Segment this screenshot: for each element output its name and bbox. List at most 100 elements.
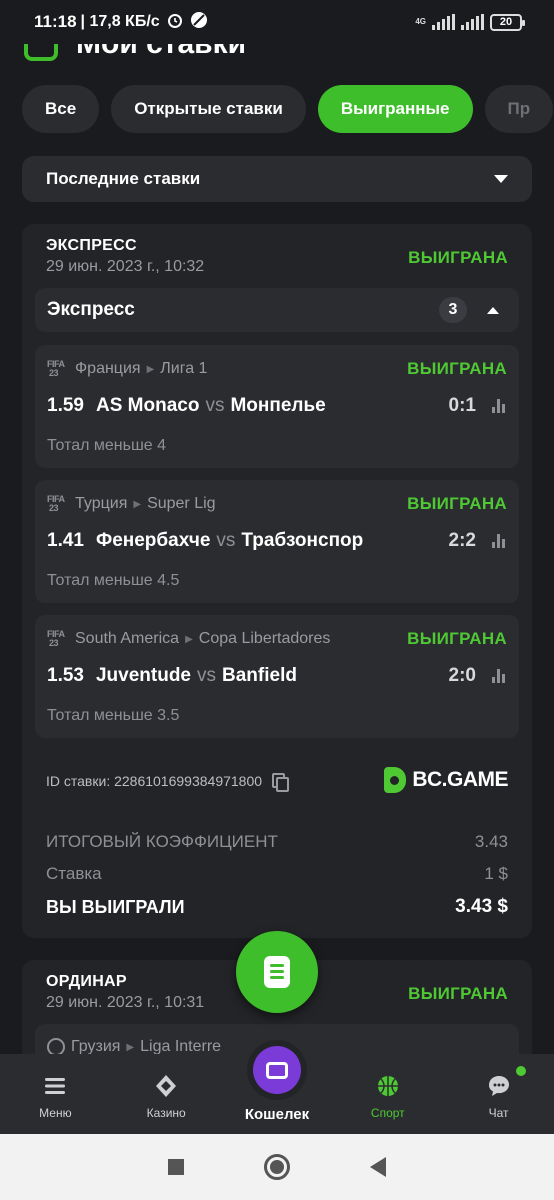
bet-status: ВЫИГРАНА [408, 248, 508, 267]
event-team-home: Фенербахче [95, 530, 211, 551]
tab-won[interactable]: Выигранные [317, 85, 473, 133]
tab-all[interactable]: Все [22, 85, 100, 133]
brand-name: BC.GAME [412, 768, 508, 791]
nav-label: Казино [146, 1106, 186, 1120]
event-team-away: Banfield [222, 665, 297, 686]
win-value: 3.43 $ [455, 896, 508, 917]
copy-icon[interactable] [272, 773, 290, 792]
dropdown-label: Последние ставки [46, 169, 201, 188]
sport-icon [377, 1076, 398, 1096]
nav-sport[interactable]: Спорт [332, 1054, 443, 1134]
system-navigation-bar [0, 1134, 554, 1200]
status-speed: | 17,8 КБ/с [80, 13, 160, 30]
nav-label: Чат [488, 1106, 509, 1120]
chevron-down-icon [494, 175, 508, 183]
bet-type: ОРДИНАР [46, 973, 127, 990]
total-coef-label: ИТОГОВЫЙ КОЭФФИЦИЕНТ [46, 831, 278, 851]
event-team-away: Монпелье [230, 395, 326, 416]
fifa-icon: FIFA 23 [47, 494, 65, 513]
fifa-icon: FIFA 23 [47, 359, 65, 378]
nav-casino[interactable]: Казино [111, 1054, 222, 1134]
stats-icon[interactable] [492, 399, 505, 413]
event-item[interactable]: FIFA 23 Турция ▶ Super Lig ВЫИГРАНА 1.41… [35, 480, 519, 603]
bet-id-row: ID ставки: 2286101699384971800 [46, 773, 290, 792]
event-market: Тотал меньше 3.5 [47, 707, 180, 724]
event-league: Super Lig [147, 495, 216, 512]
bottom-navigation: Меню Казино Кошелек Спорт Чат [0, 1040, 554, 1134]
event-country: South America [75, 630, 180, 647]
express-toggle[interactable]: Экспресс 3 [35, 288, 519, 332]
bet-type: ЭКСПРЕСС [46, 237, 137, 254]
menu-icon [45, 1078, 66, 1094]
casino-icon [156, 1075, 177, 1097]
event-odd: 1.59 [47, 395, 84, 416]
chevron-right-icon: ▶ [185, 633, 193, 645]
chevron-right-icon: ▶ [133, 498, 142, 510]
nav-label: Кошелек [244, 1106, 310, 1123]
no-disturb-icon [190, 11, 208, 34]
status-bar: 11:18 | 17,8 КБ/с 4G 20 [0, 0, 554, 44]
events-count-badge: 3 [439, 297, 467, 323]
chevron-right-icon: ▶ [126, 1041, 135, 1053]
bet-id: ID ставки: 2286101699384971800 [46, 773, 263, 789]
stats-icon[interactable] [492, 534, 505, 548]
event-vs: vs [205, 395, 225, 416]
status-time: 11:18 [34, 12, 77, 31]
chevron-right-icon: ▶ [146, 363, 155, 375]
fifa-icon: FIFA 23 [47, 629, 65, 648]
bet-summary: ИТОГОВЫЙ КОЭФФИЦИЕНТ 3.43 Ставка 1 $ ВЫ … [46, 828, 508, 922]
event-item[interactable]: FIFA 23 Франция ▶ Лига 1 ВЫИГРАНА 1.59 A… [35, 345, 519, 468]
bet-card-express[interactable]: ЭКСПРЕСС 29 июн. 2023 г., 10:32 ВЫИГРАНА… [22, 224, 532, 938]
chat-icon [488, 1076, 509, 1096]
event-odd: 1.53 [47, 665, 84, 686]
signal-icon-2 [461, 14, 484, 30]
wallet-icon [252, 1046, 301, 1094]
event-market: Тотал меньше 4.5 [47, 572, 180, 589]
bet-slip-icon [264, 956, 290, 988]
nav-label: Спорт [370, 1106, 405, 1120]
recents-icon[interactable] [168, 1159, 184, 1175]
home-icon[interactable] [264, 1154, 290, 1180]
signal-icon [432, 14, 455, 30]
period-dropdown[interactable]: Последние ставки [22, 156, 532, 202]
bet-filter-tabs: Все Открытые ставки Выигранные Пр [22, 85, 554, 133]
nav-chat[interactable]: Чат [443, 1054, 554, 1134]
event-status: ВЫИГРАНА [407, 629, 507, 648]
event-item[interactable]: FIFA 23 South America ▶ Copa Libertadore… [35, 615, 519, 738]
nav-menu[interactable]: Меню [0, 1054, 111, 1134]
total-coef-value: 3.43 [474, 831, 508, 851]
stake-value: 1 $ [484, 863, 508, 883]
stats-icon[interactable] [492, 669, 505, 683]
event-score: 2:0 [448, 665, 476, 686]
back-icon[interactable] [370, 1157, 386, 1177]
brand-logo: BC.GAME [384, 767, 508, 793]
event-vs: vs [216, 530, 236, 551]
bet-date: 29 июн. 2023 г., 10:31 [46, 994, 205, 1011]
chevron-up-icon [487, 306, 499, 314]
event-country: Франция [75, 360, 141, 377]
event-league: Copa Libertadores [198, 630, 331, 647]
event-league: Лига 1 [160, 360, 208, 377]
wallet-button[interactable] [246, 1040, 307, 1100]
event-team-home: AS Monaco [95, 395, 200, 416]
alarm-icon [166, 11, 184, 34]
nav-label: Меню [39, 1106, 72, 1120]
win-label: ВЫ ВЫИГРАЛИ [46, 896, 185, 917]
nav-wallet[interactable]: Кошелек [222, 1040, 333, 1134]
bc-game-logo-icon [384, 767, 407, 793]
event-team-away: Трабзонспор [241, 530, 364, 551]
bet-date: 29 июн. 2023 г., 10:32 [46, 258, 205, 275]
tab-open-bets[interactable]: Открытые ставки [111, 85, 306, 133]
event-odd: 1.41 [47, 530, 84, 551]
tab-more[interactable]: Пр [484, 85, 554, 133]
event-team-home: Juventude [95, 665, 192, 686]
express-label: Экспресс [47, 299, 135, 320]
event-country: Турция [75, 495, 128, 512]
stake-label: Ставка [46, 863, 102, 883]
event-score: 0:1 [448, 395, 476, 416]
event-vs: vs [197, 665, 217, 686]
event-status: ВЫИГРАНА [407, 494, 507, 513]
network-type: 4G [415, 17, 426, 26]
bet-slip-button[interactable] [236, 931, 318, 1013]
notification-dot [513, 1064, 528, 1078]
